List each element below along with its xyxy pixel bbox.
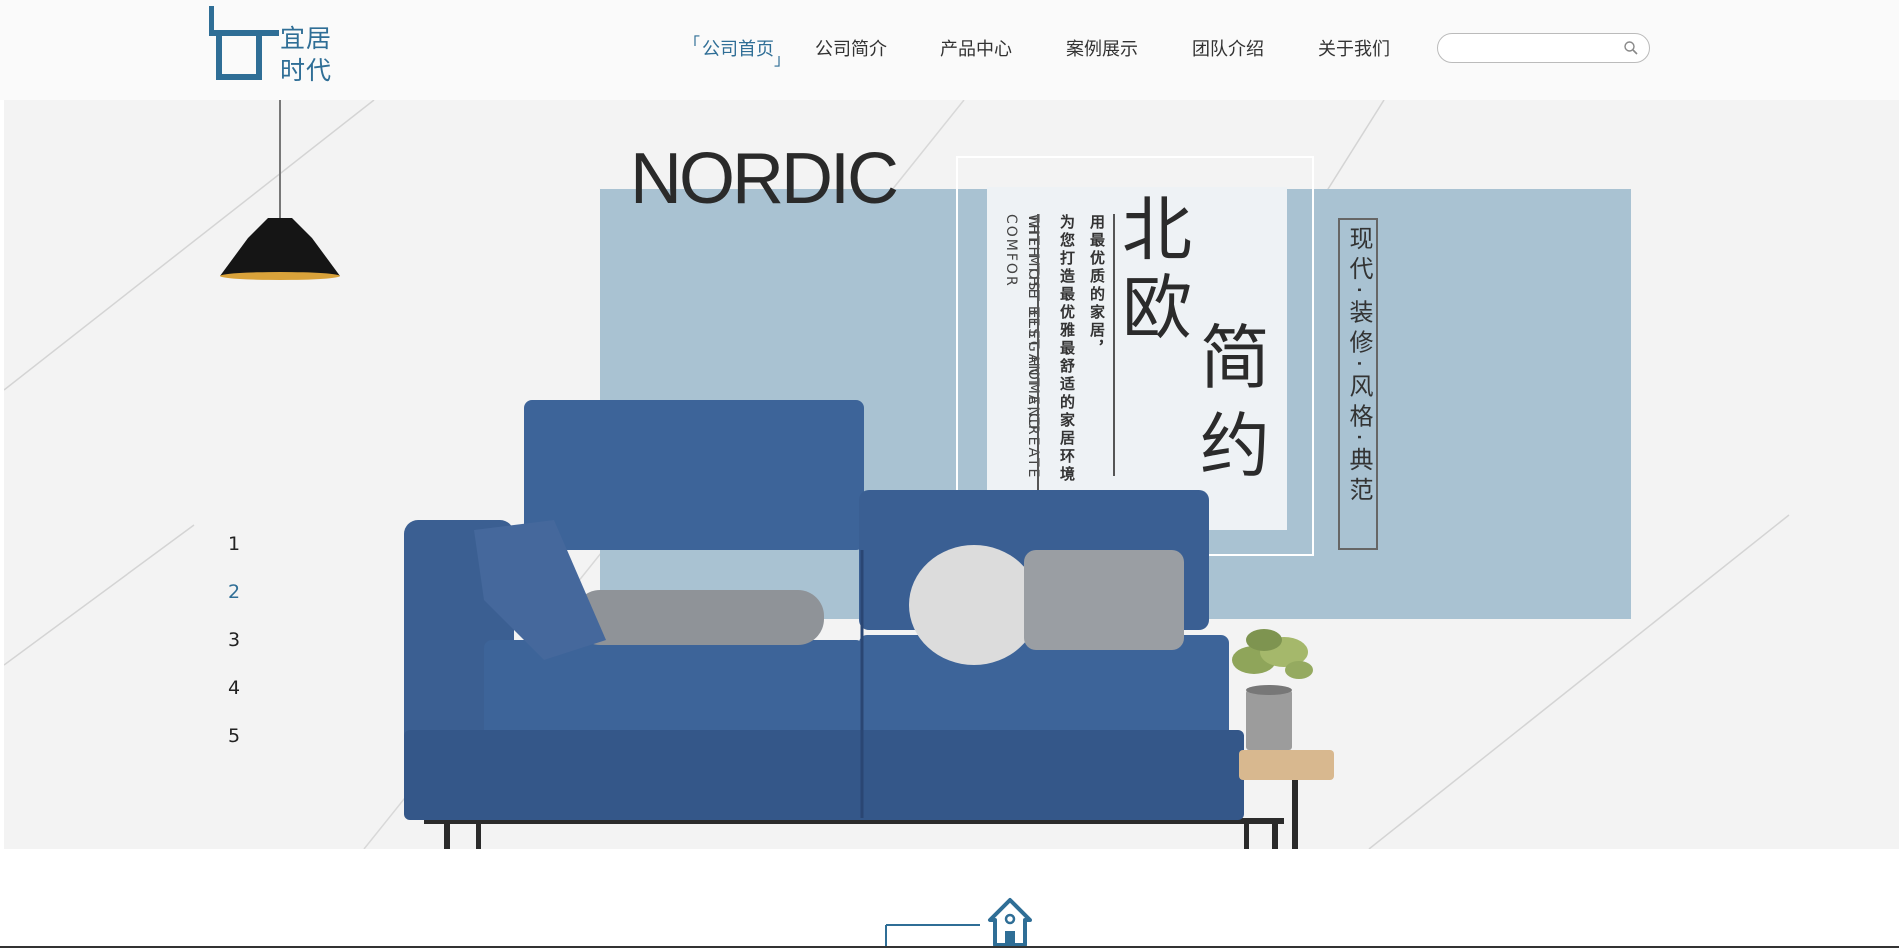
site-logo[interactable]: 宜居 时代 bbox=[208, 6, 338, 86]
nav-bracket-open: 「 bbox=[684, 34, 701, 53]
logo-text: 宜居 时代 bbox=[280, 23, 332, 87]
pager-item-4[interactable]: 4 bbox=[224, 677, 244, 699]
pager-item-1[interactable]: 1 bbox=[224, 533, 244, 555]
pager-item-5[interactable]: 5 bbox=[224, 725, 244, 747]
search-box bbox=[1437, 33, 1650, 63]
nav-item-home[interactable]: 公司首页 bbox=[702, 38, 774, 62]
search-input[interactable] bbox=[1450, 38, 1614, 60]
nav-item-contact[interactable]: 关于我们 bbox=[1318, 38, 1390, 62]
nav-bracket-close: 」 bbox=[774, 50, 791, 69]
nav-item-cases[interactable]: 案例展示 bbox=[1066, 38, 1138, 62]
title-char-2: 欧 bbox=[1122, 267, 1192, 349]
nav-item-about-company[interactable]: 公司简介 bbox=[815, 38, 887, 62]
nav-item-team[interactable]: 团队介绍 bbox=[1192, 38, 1264, 62]
hero-banner: NORDIC THE MOST ELEGANT AND COMFOR WITH … bbox=[4, 100, 1899, 849]
side-tagline: 现代·装修·风格·典范 bbox=[1345, 226, 1373, 507]
side-tagline-box: 现代·装修·风格·典范 bbox=[1338, 218, 1378, 550]
logo-line-1: 宜居 bbox=[280, 24, 333, 53]
title-char-1: 北 bbox=[1122, 189, 1192, 271]
pager-item-3[interactable]: 3 bbox=[224, 629, 244, 651]
section-home-icon bbox=[885, 898, 1032, 948]
sofa-image bbox=[404, 400, 1334, 849]
logo-mark-icon bbox=[209, 6, 279, 80]
pager-item-2[interactable]: 2 bbox=[224, 581, 244, 603]
logo-line-2: 时代 bbox=[280, 56, 333, 85]
nordic-heading: NORDIC bbox=[630, 139, 899, 219]
search-icon[interactable] bbox=[1623, 40, 1639, 56]
site-header: 宜居 时代 「 公司首页 」 公司简介 产品中心 案例展示 团队介绍 关于我们 bbox=[0, 0, 1899, 100]
title-char-3: 简 bbox=[1200, 317, 1270, 399]
nav-item-products[interactable]: 产品中心 bbox=[940, 38, 1012, 62]
pendant-lamp-image bbox=[220, 100, 340, 280]
